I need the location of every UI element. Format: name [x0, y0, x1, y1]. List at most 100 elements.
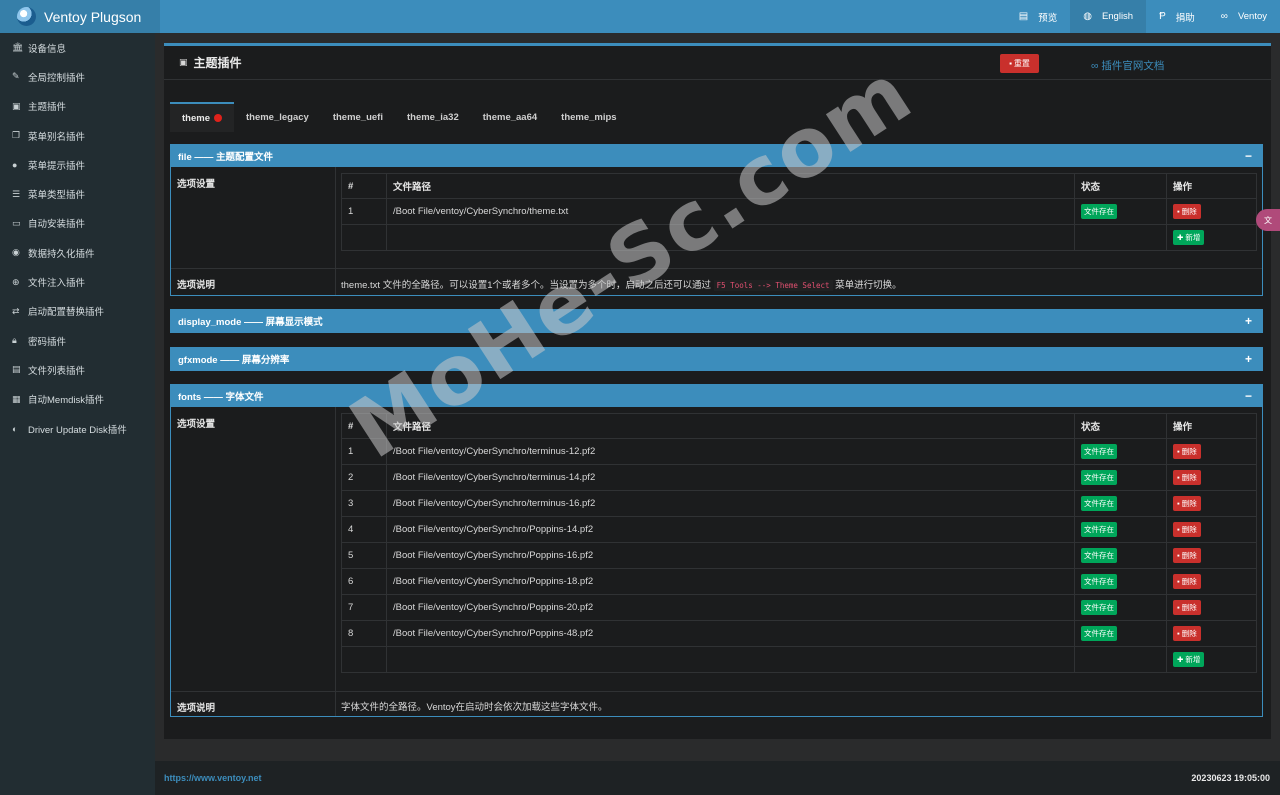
reset-label: 重置 [1013, 59, 1030, 68]
delete-button[interactable]: ▪ 删除 [1173, 574, 1201, 589]
sidebar-item-persistence[interactable]: ◉ 数据持久化插件 [0, 238, 155, 267]
row-index: 4 [341, 516, 387, 543]
tab-theme[interactable]: theme [170, 102, 234, 132]
option-label: 选项设置 [171, 167, 336, 268]
hdd-icon: ▦ [12, 393, 21, 404]
sidebar-item-menu-class[interactable]: ☰ 菜单类型插件 [0, 179, 155, 208]
option-description: 字体文件的全路径。Ventoy在启动时会依次加载这些字体文件。 [341, 702, 608, 713]
tab-theme-aa64[interactable]: theme_aa64 [471, 102, 549, 132]
row-index: 3 [341, 490, 387, 517]
tab-theme-legacy[interactable]: theme_legacy [234, 102, 321, 132]
sidebar-item-password[interactable]: 🔒︎ 密码插件 [0, 326, 155, 355]
plugin-doc-link[interactable]: ∞ 插件官网文档 [1091, 58, 1164, 73]
gfxmode-header[interactable]: gfxmode —— 屏幕分辨率 + [171, 348, 1262, 370]
nav-preview[interactable]: ▤ 预览 [1006, 0, 1070, 33]
file-section: file —— 主题配置文件 − 选项设置 # 文件路径 状态 操作 1 /Bo… [170, 144, 1263, 296]
tab-label: theme_uefi [332, 111, 383, 123]
delete-button[interactable]: ▪ 删除 [1173, 204, 1201, 219]
status-badge: 文件存在 [1081, 496, 1117, 511]
delete-label: 删除 [1181, 207, 1197, 216]
delete-button[interactable]: ▪ 删除 [1173, 600, 1201, 615]
sidebar-item-label: 启动配置替换插件 [28, 307, 105, 319]
section-title: display_mode —— 屏幕显示模式 [178, 317, 323, 328]
tab-theme-uefi[interactable]: theme_uefi [321, 102, 395, 132]
delete-button[interactable]: ▪ 删除 [1173, 548, 1201, 563]
file-path: /Boot File/ventoy/CyberSynchro/Poppins-1… [386, 516, 1075, 543]
link-icon: ∞ [1091, 60, 1099, 72]
file-path: /Boot File/ventoy/CyberSynchro/Poppins-2… [386, 594, 1075, 621]
tab-theme-ia32[interactable]: theme_ia32 [395, 102, 471, 132]
expand-icon[interactable]: + [1245, 352, 1252, 366]
delete-label: 删除 [1181, 629, 1197, 638]
row-index: 7 [341, 594, 387, 621]
disc-icon: ◐ [12, 423, 18, 434]
lock-icon: 🔒︎ [12, 335, 17, 346]
sidebar-item-theme[interactable]: ▣ 主题插件 [0, 92, 155, 121]
sidebar-item-dud[interactable]: ◐ Driver Update Disk插件 [0, 414, 155, 443]
add-button[interactable]: ✚ 新增 [1173, 652, 1205, 667]
gfxmode-section: gfxmode —— 屏幕分辨率 + [170, 347, 1263, 371]
sidebar-item-auto-install[interactable]: ▭ 自动安装插件 [0, 209, 155, 238]
column-header: # [341, 173, 387, 199]
status-badge: 文件存在 [1081, 204, 1117, 219]
desc-text: theme.txt 文件的全路径。可以设置1个或者多个。当设置为多个时，启动之后… [341, 280, 711, 291]
comment-icon: ● [12, 159, 18, 170]
footer-url[interactable]: https://www.ventoy.net [164, 773, 262, 783]
collapse-icon[interactable]: − [1245, 149, 1252, 163]
delete-label: 删除 [1181, 525, 1197, 534]
column-header: 状态 [1074, 413, 1167, 439]
tab-label: theme_mips [561, 111, 617, 123]
collapse-icon[interactable]: − [1245, 389, 1252, 403]
sidebar-item-label: 菜单别名插件 [28, 131, 86, 143]
display-mode-header[interactable]: display_mode —— 屏幕显示模式 + [171, 310, 1262, 332]
tab-label: theme_ia32 [406, 111, 459, 123]
sidebar: 🏛 设备信息 ✎ 全局控制插件 ▣ 主题插件 ❐ 菜单别名插件 ● 菜单提示插件 ☰ 菜单类… [0, 33, 155, 795]
display-mode-section: display_mode —— 屏幕显示模式 + [170, 309, 1263, 333]
paypal-icon: Ᵽ [1159, 11, 1166, 22]
app-logo[interactable]: Ventoy Plugson [0, 0, 160, 33]
translate-icon[interactable]: 文 [1256, 209, 1280, 231]
active-dot-icon [213, 114, 222, 122]
add-button[interactable]: ✚ 新增 [1173, 230, 1205, 245]
tab-label: theme_legacy [245, 111, 309, 123]
delete-button[interactable]: ▪ 删除 [1173, 496, 1201, 511]
section-title: fonts —— 字体文件 [178, 392, 264, 403]
app-title: Ventoy Plugson [44, 8, 142, 25]
wrench-icon: ✎ [12, 71, 20, 82]
sidebar-item-auto-memdisk[interactable]: ▦ 自动Memdisk插件 [0, 385, 155, 414]
sidebar-item-conf-replace[interactable]: ⇄ 启动配置替换插件 [0, 297, 155, 326]
expand-icon[interactable]: + [1245, 314, 1252, 328]
nav-ventoy[interactable]: ∞ Ventoy [1208, 0, 1280, 33]
delete-button[interactable]: ▪ 删除 [1173, 626, 1201, 641]
sidebar-item-image-list[interactable]: ▤ 文件列表插件 [0, 355, 155, 384]
column-header: 操作 [1166, 413, 1257, 439]
nav-donate[interactable]: Ᵽ 捐助 [1146, 0, 1208, 33]
column-header: 文件路径 [386, 173, 1075, 199]
desktop-icon: ▭ [12, 217, 21, 228]
delete-button[interactable]: ▪ 删除 [1173, 522, 1201, 537]
delete-button[interactable]: ▪ 删除 [1173, 444, 1201, 459]
sidebar-item-menu-alias[interactable]: ❐ 菜单别名插件 [0, 121, 155, 150]
sidebar-item-device-info[interactable]: 🏛 设备信息 [0, 33, 155, 62]
delete-button[interactable]: ▪ 删除 [1173, 470, 1201, 485]
column-header: 状态 [1074, 173, 1167, 199]
sidebar-item-label: 自动Memdisk插件 [28, 395, 105, 407]
link-icon: ∞ [1220, 11, 1228, 22]
tab-theme-mips[interactable]: theme_mips [549, 102, 628, 132]
nav-language[interactable]: ◍ English [1070, 0, 1147, 33]
image-icon: ▣ [12, 100, 21, 111]
sidebar-item-global-control[interactable]: ✎ 全局控制插件 [0, 62, 155, 91]
section-title: gfxmode —— 屏幕分辨率 [178, 355, 290, 366]
sidebar-item-injection[interactable]: ⊕ 文件注入插件 [0, 267, 155, 296]
file-path: /Boot File/ventoy/CyberSynchro/terminus-… [386, 490, 1075, 517]
sidebar-item-menu-tip[interactable]: ● 菜单提示插件 [0, 150, 155, 179]
nav-label: 预览 [1038, 12, 1058, 24]
sidebar-item-label: 主题插件 [28, 102, 67, 114]
row-index: 6 [341, 568, 387, 595]
reset-button[interactable]: ▪ 重置 [1000, 54, 1039, 73]
table-row: 4 /Boot File/ventoy/CyberSynchro/Poppins… [341, 516, 1257, 543]
top-navbar: Ventoy Plugson ▤ 预览 ◍ English Ᵽ 捐助 ∞ Ven… [0, 0, 1280, 33]
fonts-section-header[interactable]: fonts —— 字体文件 − [171, 385, 1262, 407]
file-section-header[interactable]: file —— 主题配置文件 − [171, 145, 1262, 167]
table-row: 6 /Boot File/ventoy/CyberSynchro/Poppins… [341, 568, 1257, 595]
